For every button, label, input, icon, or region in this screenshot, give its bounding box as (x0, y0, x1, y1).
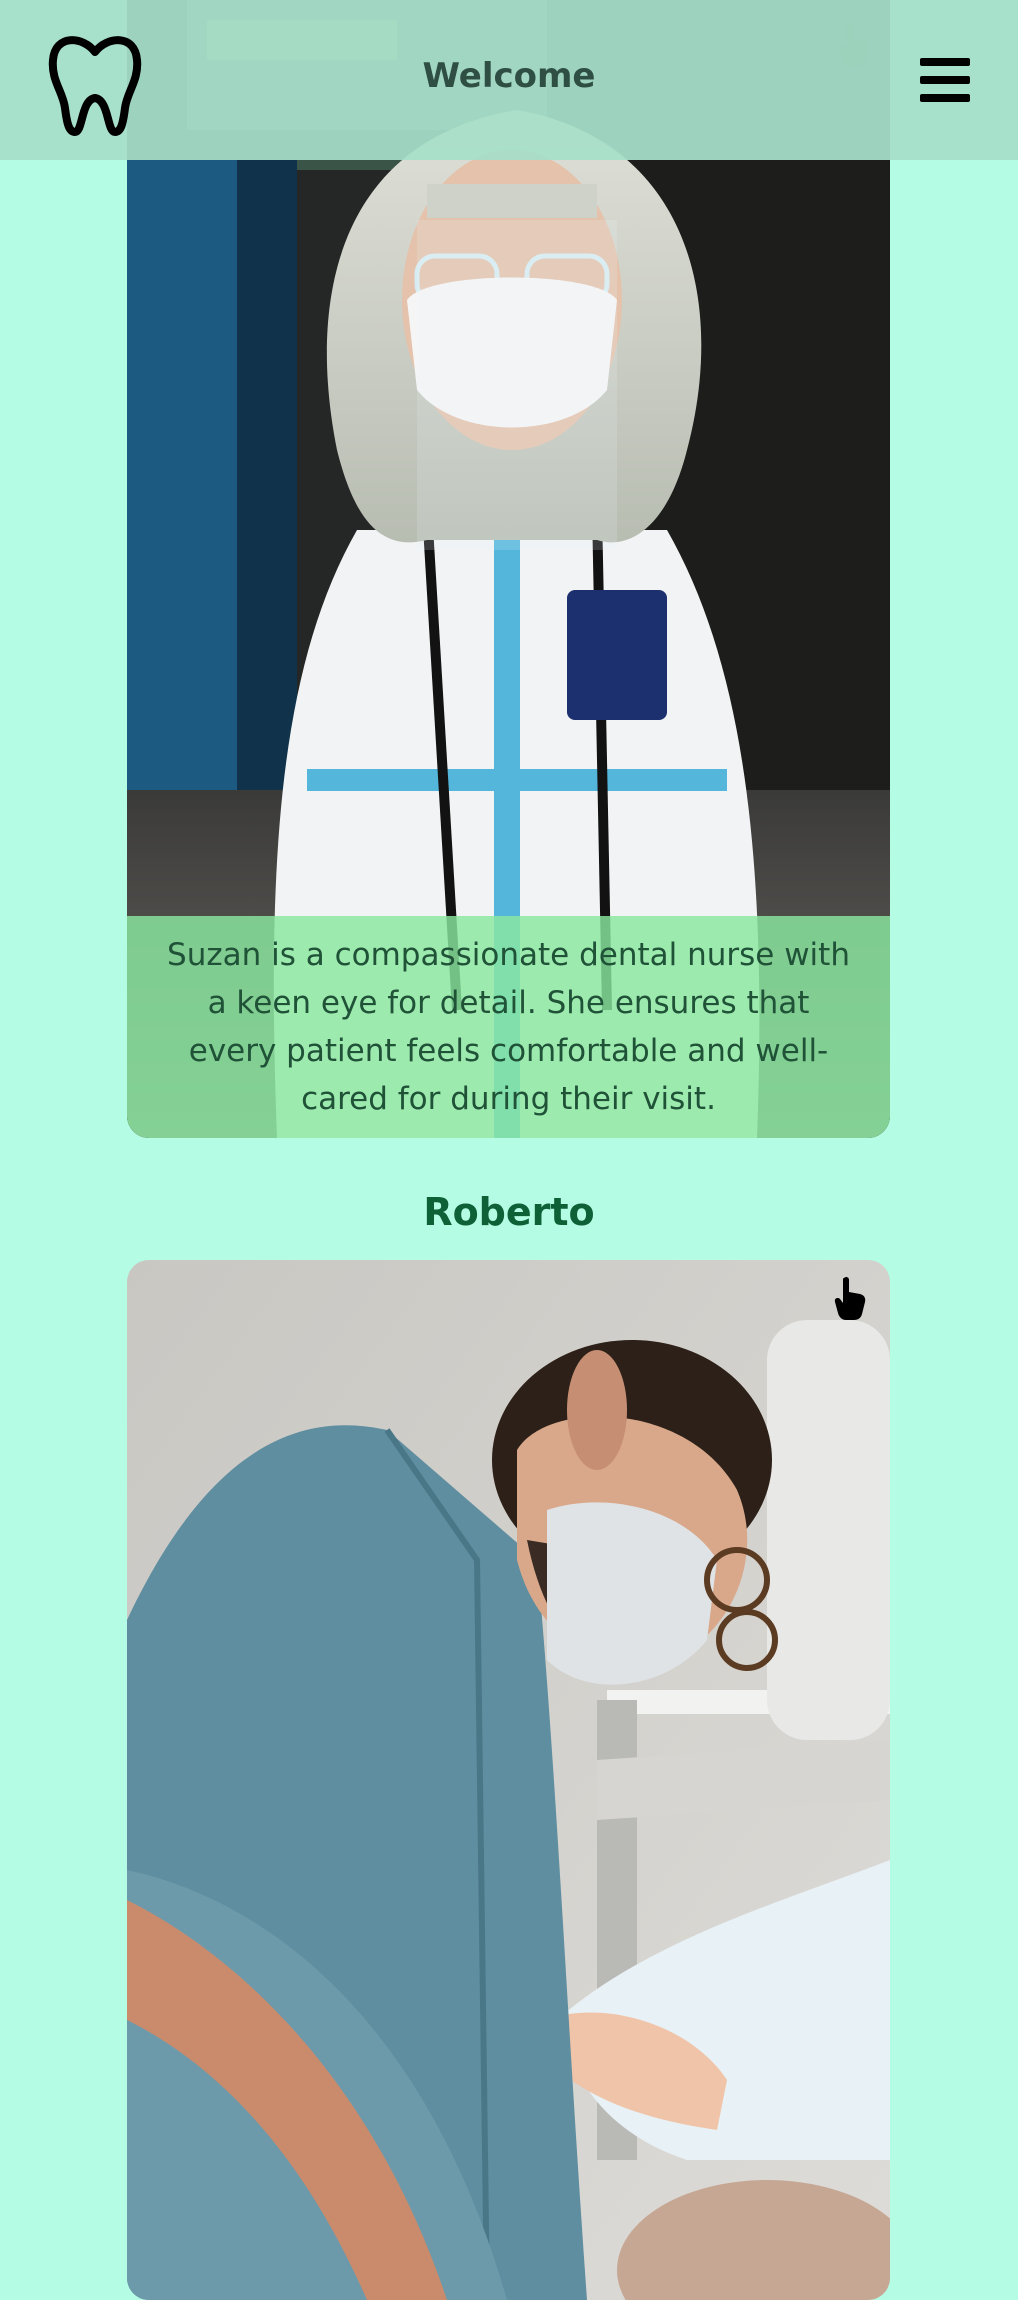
top-navigation-bar: Welcome (0, 0, 1018, 160)
page-title: Welcome (422, 56, 596, 96)
staff-photo-roberto (127, 1260, 890, 2300)
hamburger-menu-icon[interactable] (920, 58, 970, 102)
staff-card-roberto (127, 1260, 890, 2300)
staff-description-suzan: Suzan is a compassionate dental nurse wi… (127, 916, 890, 1138)
staff-name-roberto: Roberto (423, 1190, 595, 1234)
hand-pointer-icon (834, 1276, 866, 1320)
staff-card-suzan: Suzan is a compassionate dental nurse wi… (127, 0, 890, 1138)
